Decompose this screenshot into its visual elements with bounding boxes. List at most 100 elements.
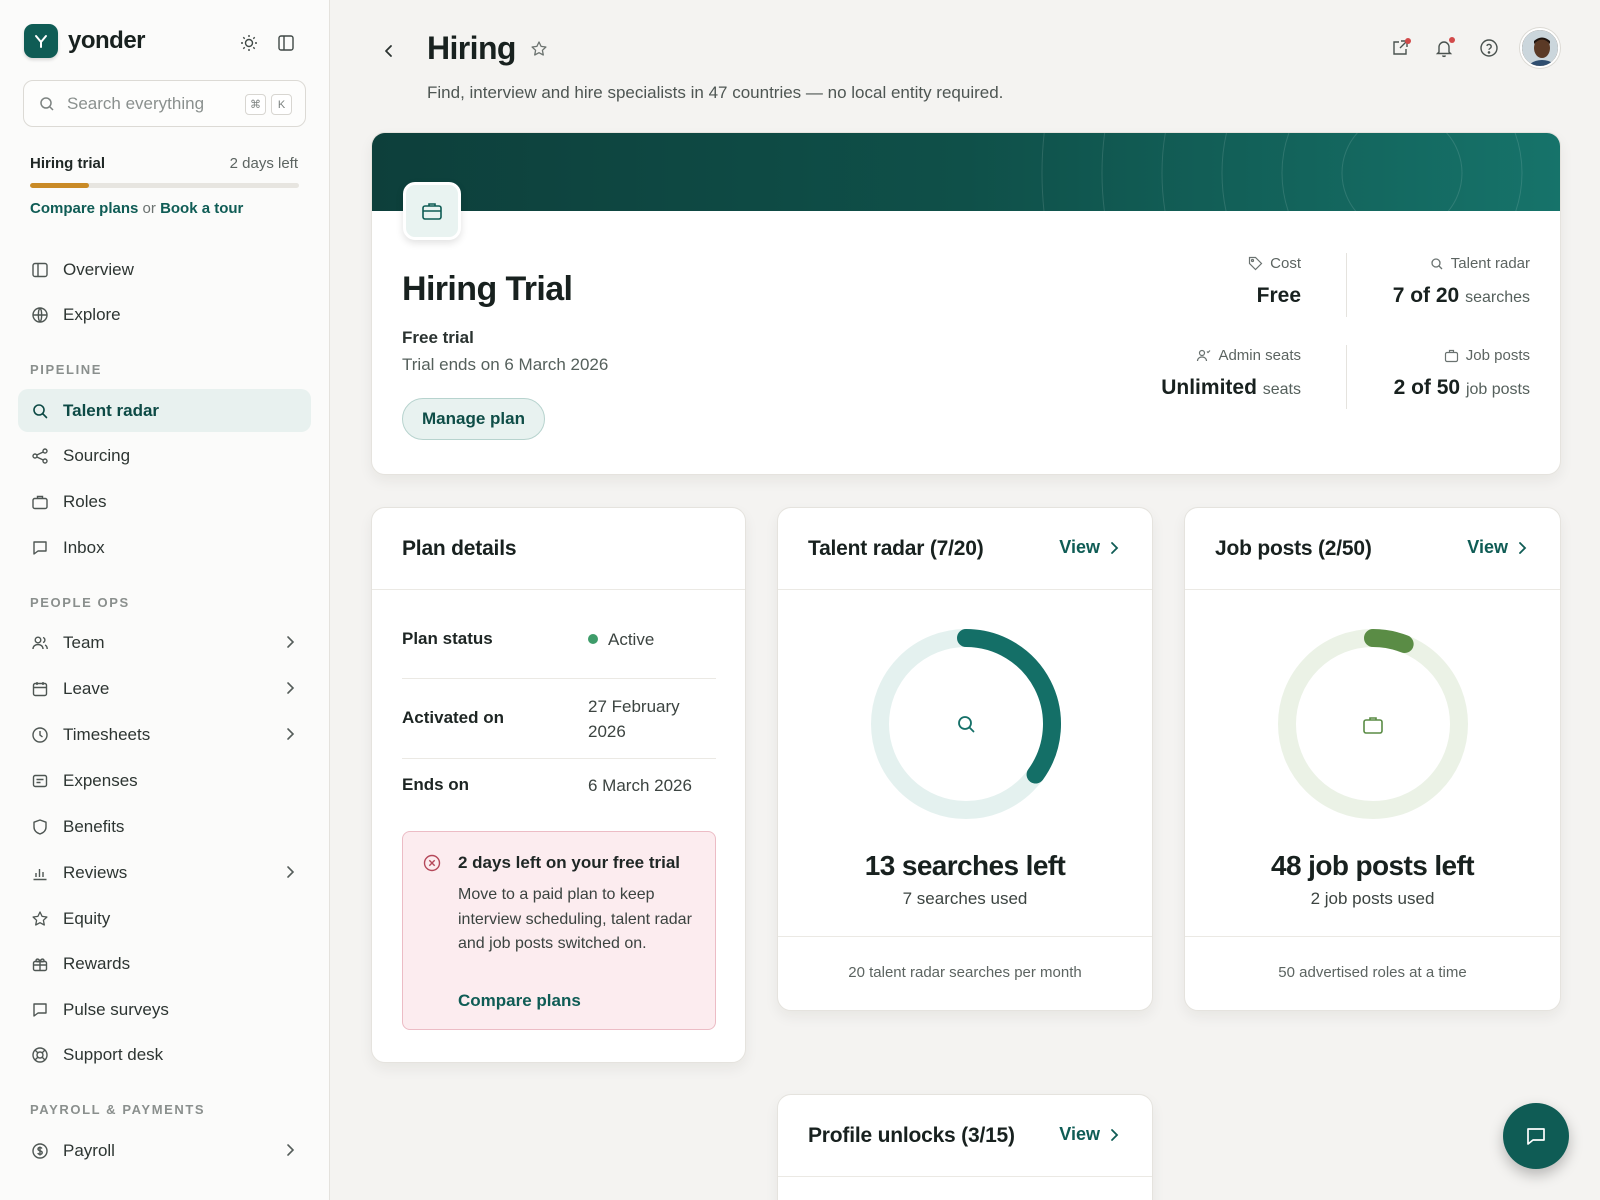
status-dot — [588, 634, 598, 644]
sidebar-item-sourcing[interactable]: Sourcing — [18, 434, 311, 477]
chevron-right-icon — [286, 1143, 295, 1157]
stat-cost: Cost Free — [1248, 255, 1301, 308]
overview-icon — [31, 261, 49, 279]
sidebar-item-reviews[interactable]: Reviews — [18, 851, 311, 894]
job-posts-left: 48 job posts left — [1271, 850, 1475, 881]
sidebar-item-overview[interactable]: Overview — [18, 248, 311, 291]
activated-label: Activated on — [402, 708, 505, 727]
chat-button[interactable] — [1503, 1103, 1569, 1169]
message-icon — [31, 539, 49, 557]
sidebar-item-label: Rewards — [63, 953, 131, 973]
search-input[interactable]: Search everything ⌘ K — [23, 80, 306, 127]
sidebar-item-roles[interactable]: Roles — [18, 480, 311, 523]
theme-toggle-sun-icon[interactable] — [238, 32, 260, 54]
sidebar-item-talent-radar[interactable]: Talent radar — [18, 389, 311, 432]
stat-job-posts-unit: job posts — [1465, 381, 1530, 398]
profile-unlocks-title: Profile unlocks (3/15) — [808, 1124, 1015, 1147]
sidebar-item-label: Pulse surveys — [63, 999, 169, 1019]
search-icon — [1430, 257, 1444, 271]
sidebar-item-timesheets[interactable]: Timesheets — [18, 713, 311, 756]
share-external-icon[interactable] — [1388, 36, 1412, 60]
book-tour-link[interactable]: Book a tour — [160, 200, 243, 217]
plan-details-title: Plan details — [402, 537, 517, 560]
sidebar-item-label: Payroll — [63, 1140, 115, 1160]
stat-job-posts-label: Job posts — [1465, 347, 1530, 364]
sidebar-item-label: Benefits — [63, 816, 125, 836]
sidebar-toggle-icon[interactable] — [275, 32, 297, 54]
plan-status-row: Plan status Active — [402, 620, 716, 679]
stat-admin-seats-value: Unlimited — [1161, 376, 1257, 399]
job-posts-view-link[interactable]: View — [1467, 537, 1527, 558]
stat-divider — [1346, 253, 1347, 317]
alert-compare-plans-link[interactable]: Compare plans — [458, 991, 581, 1011]
sidebar-item-rewards[interactable]: Rewards — [18, 942, 311, 985]
activated-row: Activated on 27 February 2026 — [402, 679, 716, 759]
page-title: Hiring — [427, 30, 516, 66]
job-posts-card: Job posts (2/50) View 48 job posts left … — [1184, 507, 1561, 1011]
profile-unlocks-view-link[interactable]: View — [1059, 1124, 1119, 1145]
user-avatar[interactable] — [1520, 28, 1560, 68]
activated-value-line1: 27 February — [588, 697, 680, 716]
sidebar-item-benefits[interactable]: Benefits — [18, 805, 311, 848]
shield-icon — [31, 818, 49, 836]
help-icon[interactable] — [1477, 36, 1501, 60]
stat-cost-value: Free — [1256, 284, 1301, 307]
sidebar-item-explore[interactable]: Explore — [18, 293, 311, 336]
stat-job-posts: Job posts 2 of 50 job posts — [1394, 347, 1530, 400]
sidebar-item-pulse-surveys[interactable]: Pulse surveys — [18, 988, 311, 1031]
card-header: Talent radar (7/20) View — [778, 508, 1152, 590]
receipt-icon — [31, 772, 49, 790]
chevron-right-icon — [286, 635, 295, 649]
talent-radar-view-link[interactable]: View — [1059, 537, 1119, 558]
stat-admin-seats-unit: seats — [1262, 381, 1301, 398]
talent-radar-card: Talent radar (7/20) View 13 searches lef… — [777, 507, 1153, 1011]
job-posts-title: Job posts (2/50) — [1215, 537, 1372, 560]
plan-details-card: Plan details Plan status Active Activate… — [371, 507, 746, 1063]
yonder-logo — [24, 24, 58, 58]
alert-title: 2 days left on your free trial — [458, 853, 681, 872]
sidebar-item-leave[interactable]: Leave — [18, 667, 311, 710]
ring-progress-arc — [957, 629, 1061, 784]
sidebar-item-label: Overview — [63, 259, 134, 279]
sidebar-item-support-desk[interactable]: Support desk — [18, 1033, 311, 1076]
back-button[interactable] — [378, 40, 400, 62]
sidebar-item-inbox[interactable]: Inbox — [18, 526, 311, 569]
trial-days-left: 2 days left — [229, 155, 298, 172]
plan-status-value: Active — [588, 627, 654, 652]
sidebar: yonder Search everything ⌘ K Hiring tria… — [0, 0, 330, 1200]
stat-divider — [1346, 345, 1347, 409]
sidebar-item-label: Team — [63, 632, 105, 652]
star-icon — [31, 910, 49, 928]
sidebar-item-equity[interactable]: Equity — [18, 897, 311, 940]
stat-talent-radar-unit: searches — [1465, 289, 1530, 306]
sidebar-item-team[interactable]: Team — [18, 621, 311, 664]
stat-cost-label: Cost — [1270, 255, 1301, 272]
stat-admin-seats-label: Admin seats — [1218, 347, 1301, 364]
ends-value: 6 March 2026 — [588, 776, 692, 795]
job-posts-ring — [1275, 626, 1471, 822]
plan-status-label: Plan status — [402, 629, 493, 648]
section-label-pipeline: PIPELINE — [30, 362, 103, 377]
sidebar-item-label: Reviews — [63, 862, 128, 882]
card-header: Profile unlocks (3/15) View — [778, 1095, 1152, 1177]
briefcase-icon — [403, 182, 461, 240]
search-icon — [31, 402, 49, 420]
sidebar-item-expenses[interactable]: Expenses — [18, 759, 311, 802]
sidebar-item-payroll[interactable]: Payroll — [18, 1129, 311, 1172]
plan-hero-card: Hiring Trial Free trial Trial ends on 6 … — [371, 132, 1561, 475]
brand[interactable]: yonder — [24, 24, 146, 58]
compare-plans-link[interactable]: Compare plans — [30, 200, 138, 217]
stat-talent-radar: Talent radar 7 of 20 searches — [1393, 255, 1530, 308]
bell-icon[interactable] — [1432, 36, 1456, 60]
manage-plan-button[interactable]: Manage plan — [402, 398, 545, 440]
sidebar-item-label: Support desk — [63, 1044, 164, 1064]
job-posts-footer: 50 advertised roles at a time — [1185, 936, 1560, 1008]
lifebuoy-icon — [31, 1046, 49, 1064]
stat-job-posts-value: 2 of 50 — [1393, 376, 1461, 399]
trial-label: Hiring trial — [30, 155, 106, 172]
favorite-star-icon[interactable] — [530, 40, 548, 58]
calendar-icon — [31, 680, 49, 698]
chevron-right-icon — [286, 865, 295, 879]
or-text: or — [142, 200, 156, 217]
plan-type: Free trial — [402, 328, 474, 347]
